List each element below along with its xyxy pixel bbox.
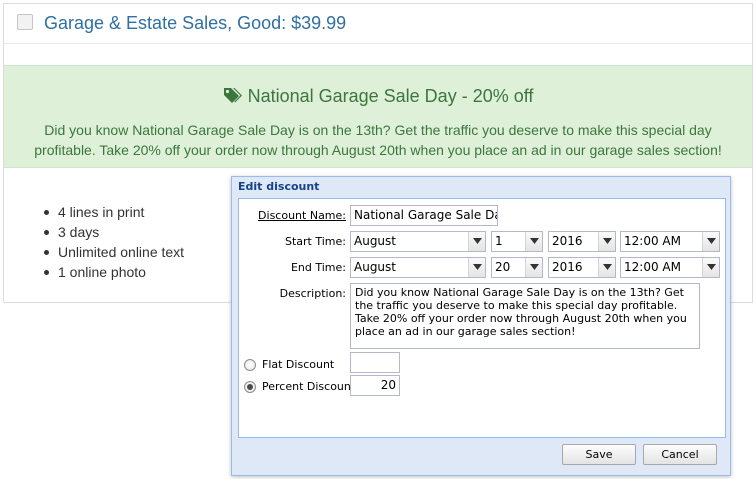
end-year-select[interactable]: 2016 (548, 257, 616, 278)
feature-item: 3 days (44, 222, 184, 242)
start-day-value: 1 (495, 234, 503, 248)
promo-title: National Garage Sale Day - 20% off (247, 86, 534, 106)
product-header: Garage & Estate Sales, Good: $39.99 (4, 4, 752, 44)
chevron-down-icon[interactable] (468, 232, 485, 251)
cancel-button[interactable]: Cancel (643, 444, 717, 465)
chevron-down-icon[interactable] (525, 258, 542, 277)
edit-discount-dialog: Edit discount Discount Name: National Ga… (231, 176, 731, 476)
save-button[interactable]: Save (562, 444, 636, 465)
start-month-value: August (354, 234, 396, 248)
flat-discount-label: Flat Discount (262, 358, 335, 371)
flat-discount-input[interactable] (350, 352, 400, 373)
end-day-select[interactable]: 20 (491, 257, 543, 278)
end-year-value: 2016 (552, 260, 583, 274)
start-time-label: Start Time: (285, 235, 346, 248)
start-year-select[interactable]: 2016 (548, 231, 616, 252)
product-title: Garage & Estate Sales, Good: $39.99 (44, 13, 347, 33)
start-time-value: 12:00 AM (624, 234, 681, 248)
percent-discount-input[interactable]: 20 (350, 375, 400, 396)
start-month-select[interactable]: August (350, 231, 486, 252)
start-year-value: 2016 (552, 234, 583, 248)
description-label: Description: (279, 287, 346, 300)
promo-text: Did you know National Garage Sale Day is… (34, 122, 722, 158)
end-time-select[interactable]: 12:00 AM (620, 257, 720, 278)
end-time-label: End Time: (290, 261, 346, 274)
chevron-down-icon[interactable] (598, 232, 615, 251)
end-month-select[interactable]: August (350, 257, 486, 278)
end-month-value: August (354, 260, 396, 274)
discount-name-label: Discount Name: (258, 209, 346, 222)
percent-discount-radio[interactable] (244, 381, 256, 393)
end-time-value: 12:00 AM (624, 260, 681, 274)
start-time-select[interactable]: 12:00 AM (620, 231, 720, 252)
chevron-down-icon[interactable] (702, 232, 719, 251)
description-textarea[interactable]: Did you know National Garage Sale Day is… (350, 283, 700, 349)
dialog-body: Discount Name: National Garage Sale Day … (238, 198, 726, 438)
tags-icon (223, 88, 242, 103)
feature-list: 4 lines in print 3 days Unlimited online… (44, 202, 184, 282)
feature-item: 4 lines in print (44, 202, 184, 222)
percent-discount-label: Percent Discount (262, 380, 356, 393)
promo-banner: National Garage Sale Day - 20% off Did y… (4, 65, 752, 168)
discount-name-input[interactable]: National Garage Sale Day (350, 205, 498, 226)
feature-item: 1 online photo (44, 262, 184, 282)
feature-item: Unlimited online text (44, 242, 184, 262)
chevron-down-icon[interactable] (525, 232, 542, 251)
chevron-down-icon[interactable] (598, 258, 615, 277)
chevron-down-icon[interactable] (468, 258, 485, 277)
chevron-down-icon[interactable] (702, 258, 719, 277)
product-checkbox[interactable] (17, 14, 33, 30)
promo-title-row: National Garage Sale Day - 20% off (4, 86, 752, 107)
start-day-select[interactable]: 1 (491, 231, 543, 252)
end-day-value: 20 (495, 260, 511, 274)
flat-discount-radio[interactable] (244, 359, 256, 371)
dialog-title: Edit discount (238, 180, 320, 193)
